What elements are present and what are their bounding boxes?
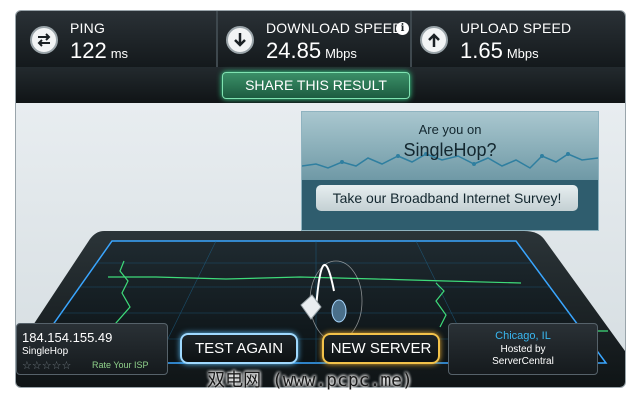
download-value: 24.85 Mbps [266,38,357,63]
client-isp: SingleHop [22,346,69,357]
swap-arrows-icon [30,26,58,54]
survey-button[interactable]: Take our Broadband Internet Survey! [316,185,578,211]
rate-isp-link[interactable]: Rate Your ISP [92,360,149,370]
share-bar: SHARE THIS RESULT [16,67,625,103]
speedtest-screen: PING 122ms DOWNLOAD SPEED i 24.85Mbps [0,0,640,403]
ad-header: Are you on SingleHop? [302,112,598,180]
server-city[interactable]: Chicago, IL [449,330,597,342]
isp-survey-ad[interactable]: Are you on SingleHop? Take our Broadband… [301,111,599,231]
upload-value: 1.65 Mbps [460,38,539,63]
ping-stat: PING 122 ms [16,11,216,67]
ping-label: PING [70,20,106,36]
ad-question-line2: SingleHop? [403,140,497,160]
test-again-button[interactable]: TEST AGAIN [180,333,298,364]
download-unit: Mbps [325,46,357,61]
results-bar: PING 122ms DOWNLOAD SPEED i 24.85Mbps [16,11,625,67]
download-label: DOWNLOAD SPEED [266,20,403,36]
watermark-text: 双电网 (www.pcpc.me) [207,370,413,391]
ad-question-line1: Are you on [418,122,482,137]
server-hosted-by: Hosted by [500,344,546,355]
client-info-panel: 184.154.155.49 SingleHop ☆☆☆☆☆ Rate Your… [16,323,168,375]
new-server-button[interactable]: NEW SERVER [322,333,440,364]
download-stat: DOWNLOAD SPEED i 24.85 Mbps [216,11,412,67]
upload-label: UPLOAD SPEED [460,20,572,36]
share-result-button[interactable]: SHARE THIS RESULT [222,72,410,99]
server-host-name: ServerCentral [492,356,554,367]
ping-value: 122 ms [70,38,129,63]
client-ip: 184.154.155.49 [22,330,113,345]
upload-stat: UPLOAD SPEED 1.65 Mbps [410,11,625,67]
info-icon[interactable]: i [396,22,409,35]
ping-unit: ms [110,46,129,61]
upload-unit: Mbps [506,46,539,61]
arrow-down-icon [226,26,254,54]
isp-rating-stars[interactable]: ☆☆☆☆☆ [22,359,71,372]
server-info-panel: Chicago, IL Hosted by ServerCentral [448,323,598,375]
arrow-up-icon [420,26,448,54]
